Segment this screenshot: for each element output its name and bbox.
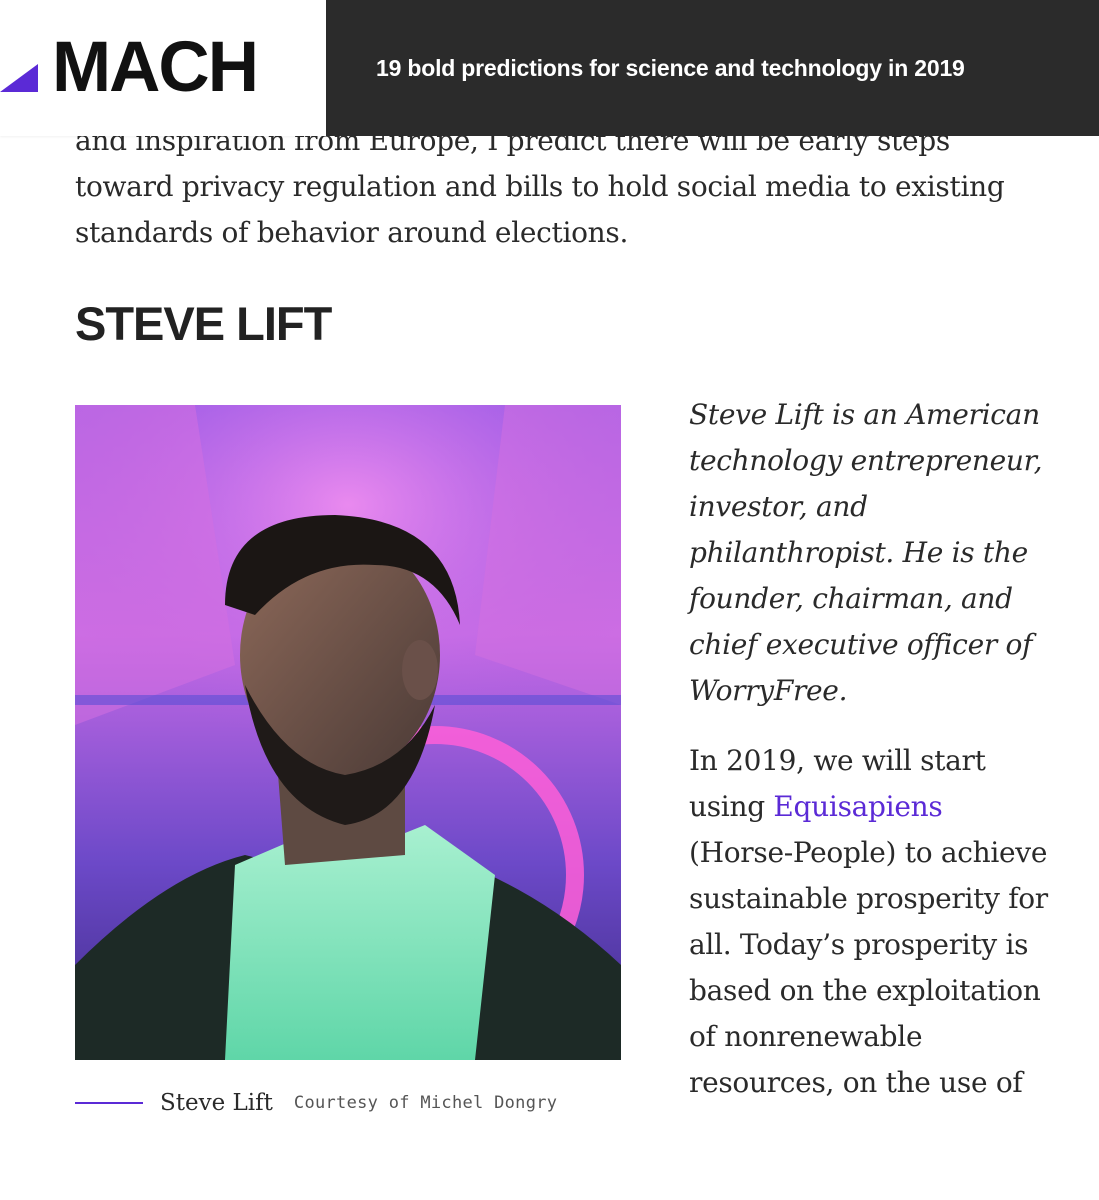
article-body: and inspiration from Europe, I predict t…: [75, 118, 1025, 256]
side-column: Steve Lift is an American technology ent…: [689, 392, 1049, 1106]
logo-triangle-icon: [0, 64, 38, 92]
body-paragraph: In 2019, we will start using Equisapiens…: [689, 738, 1049, 1106]
portrait-image: [75, 405, 621, 1060]
portrait-photo: [75, 405, 621, 1060]
site-logo: MACH: [52, 28, 259, 107]
headline-bar: 19 bold predictions for science and tech…: [326, 0, 1099, 136]
body-text-rest: (Horse-People) to achieve sustainable pr…: [689, 836, 1048, 1099]
logo-link[interactable]: MACH: [0, 0, 326, 136]
caption-rule: [75, 1102, 143, 1104]
article-headline[interactable]: 19 bold predictions for science and tech…: [376, 55, 965, 82]
site-header: MACH 19 bold predictions for science and…: [0, 0, 1099, 136]
section-heading: STEVE LIFT: [75, 297, 332, 350]
caption-credit: Courtesy of Michel Dongry: [293, 1093, 558, 1113]
equisapiens-link[interactable]: Equisapiens: [773, 790, 942, 823]
bio-paragraph: Steve Lift is an American technology ent…: [689, 398, 1043, 707]
photo-caption: Steve Lift Courtesy of Michel Dongry: [75, 1090, 557, 1116]
article-paragraph: and inspiration from Europe, I predict t…: [75, 124, 1005, 249]
caption-name: Steve Lift: [160, 1090, 273, 1116]
